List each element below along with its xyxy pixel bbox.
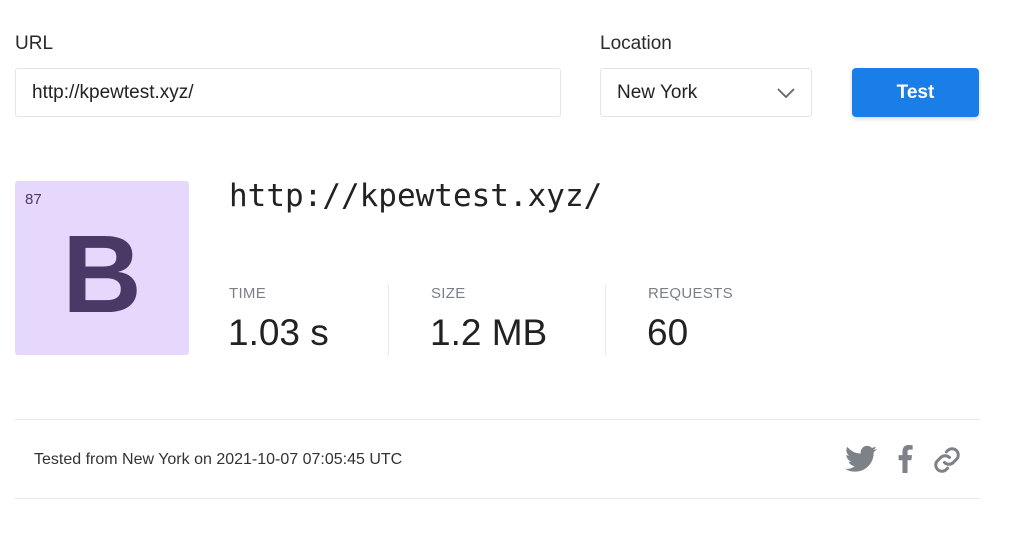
location-value: New York (617, 81, 698, 103)
result-url: http://kpewtest.xyz/ (229, 178, 603, 214)
location-select[interactable]: New York (600, 68, 812, 117)
divider (15, 419, 980, 420)
chevron-down-icon (777, 87, 795, 98)
time-label: TIME (229, 285, 267, 302)
grade-letter: B (62, 213, 142, 336)
requests-label: REQUESTS (648, 285, 733, 302)
facebook-icon[interactable] (897, 445, 913, 473)
link-icon[interactable] (932, 445, 962, 475)
score: 87 (25, 191, 42, 208)
tested-info: Tested from New York on 2021-10-07 07:05… (34, 451, 403, 468)
test-button[interactable]: Test (852, 68, 979, 117)
grade-box: 87 B (15, 181, 189, 355)
time-value: 1.03 s (228, 312, 329, 353)
twitter-icon[interactable] (845, 445, 877, 473)
divider (388, 285, 389, 355)
size-label: SIZE (431, 285, 466, 302)
size-value: 1.2 MB (430, 312, 548, 353)
url-label: URL (15, 33, 54, 54)
location-label: Location (600, 33, 672, 54)
divider (605, 285, 606, 355)
url-input-value: http://kpewtest.xyz/ (32, 81, 194, 103)
url-input[interactable]: http://kpewtest.xyz/ (15, 68, 561, 117)
requests-value: 60 (647, 312, 689, 353)
divider (15, 498, 980, 499)
